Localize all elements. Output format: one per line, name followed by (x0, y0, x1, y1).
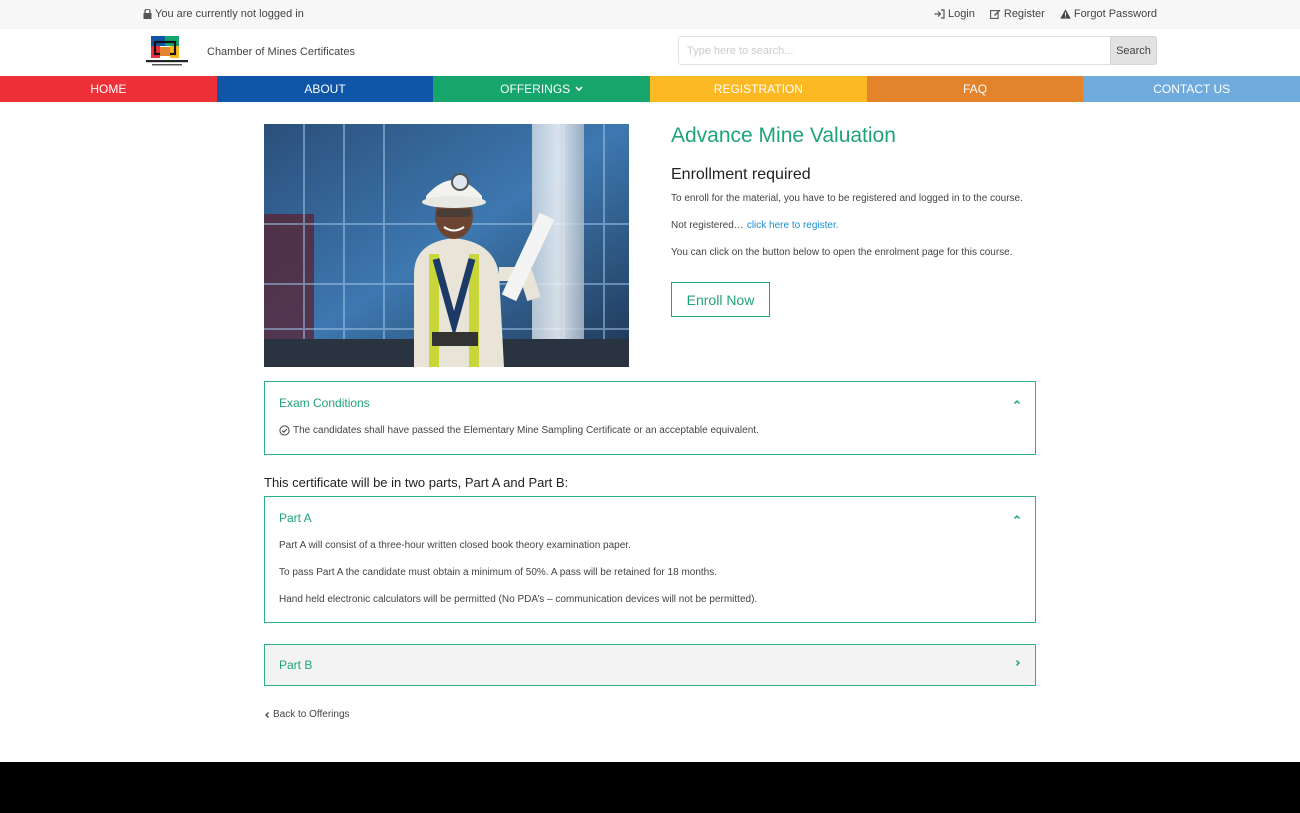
enrollment-heading: Enrollment required (671, 166, 811, 183)
nav-contact-us-label: CONTACT US (1153, 82, 1231, 96)
part-b-title[interactable]: Part B (279, 658, 312, 672)
register-link[interactable]: Register (989, 8, 1045, 20)
footer (0, 762, 1300, 813)
login-link[interactable]: Login (934, 8, 975, 20)
search-input[interactable] (678, 36, 1110, 65)
back-to-offerings-label: Back to Offerings (273, 709, 350, 720)
part-a-line: To pass Part A the candidate must obtain… (279, 567, 718, 578)
collapse-part-a[interactable] (1013, 511, 1021, 523)
nav-about[interactable]: ABOUT (216, 76, 434, 102)
not-registered-text: Not registered… (671, 220, 744, 231)
search-bar: Search (678, 36, 1157, 65)
login-status: You are currently not logged in (143, 8, 304, 20)
chevron-right-icon (1015, 659, 1021, 667)
part-a-line: Hand held electronic calculators will be… (279, 594, 758, 605)
nav-contact-us[interactable]: CONTACT US (1083, 76, 1300, 102)
nav-faq-label: FAQ (963, 82, 988, 96)
expand-part-b[interactable] (1015, 658, 1021, 670)
enroll-now-button[interactable]: Enroll Now (671, 282, 770, 317)
register-label: Register (1003, 8, 1045, 20)
chevron-down-icon (575, 86, 583, 92)
course-image (264, 124, 629, 367)
collapse-exam-conditions[interactable] (1013, 396, 1021, 408)
register-here-link[interactable]: click here to register. (747, 220, 839, 231)
back-to-offerings-link[interactable]: Back to Offerings (264, 709, 350, 720)
nav-registration[interactable]: REGISTRATION (650, 76, 867, 102)
nav-registration-label: REGISTRATION (713, 82, 803, 96)
nav-offerings-label: OFFERINGS (500, 82, 571, 96)
nav-home[interactable]: HOME (0, 76, 217, 102)
warning-icon (1060, 9, 1071, 19)
check-circle-icon (279, 425, 290, 436)
exam-condition-text: The candidates shall have passed the Ele… (293, 425, 759, 436)
part-a-title[interactable]: Part A (279, 511, 312, 525)
edit-icon (989, 9, 1001, 19)
part-b-panel[interactable]: Part B (264, 644, 1036, 686)
part-a-line: Part A will consist of a three-hour writ… (279, 540, 631, 551)
login-label: Login (947, 8, 975, 20)
nav-about-label: ABOUT (304, 82, 346, 96)
top-bar: You are currently not logged in Login Re… (0, 0, 1300, 29)
forgot-password-link[interactable]: Forgot Password (1060, 8, 1157, 20)
chevron-up-icon (1013, 399, 1021, 405)
site-header: Chamber of Mines Certificates Search (0, 29, 1300, 76)
parts-intro: This certificate will be in two parts, P… (264, 475, 569, 490)
not-registered-line: Not registered… click here to register. (671, 220, 839, 231)
search-button[interactable]: Search (1110, 36, 1157, 65)
nav-home-label: HOME (90, 82, 127, 96)
nav-offerings[interactable]: OFFERINGS (433, 76, 651, 102)
enroll-instructions: To enroll for the material, you have to … (671, 193, 1023, 204)
account-links: Login Register Forgot Password (919, 8, 1157, 20)
part-a-panel: Part A Part A will consist of a three-ho… (264, 496, 1036, 623)
minerals-council-logo[interactable] (143, 35, 191, 71)
lock-icon (143, 9, 152, 19)
login-status-text: You are currently not logged in (155, 8, 304, 20)
nav-faq[interactable]: FAQ (866, 76, 1084, 102)
sign-in-icon (934, 9, 945, 19)
main-nav: HOME ABOUT OFFERINGS REGISTRATION FAQ CO… (0, 76, 1300, 102)
chevron-left-icon (265, 711, 269, 718)
site-name: Chamber of Mines Certificates (207, 46, 355, 58)
forgot-password-label: Forgot Password (1073, 8, 1157, 20)
chevron-up-icon (1013, 514, 1021, 520)
enrolment-page-text: You can click on the button below to ope… (671, 247, 1013, 258)
exam-conditions-title[interactable]: Exam Conditions (279, 396, 370, 410)
exam-condition-item: The candidates shall have passed the Ele… (279, 425, 759, 436)
course-title: Advance Mine Valuation (671, 124, 896, 147)
exam-conditions-panel: Exam Conditions The candidates shall hav… (264, 381, 1036, 455)
